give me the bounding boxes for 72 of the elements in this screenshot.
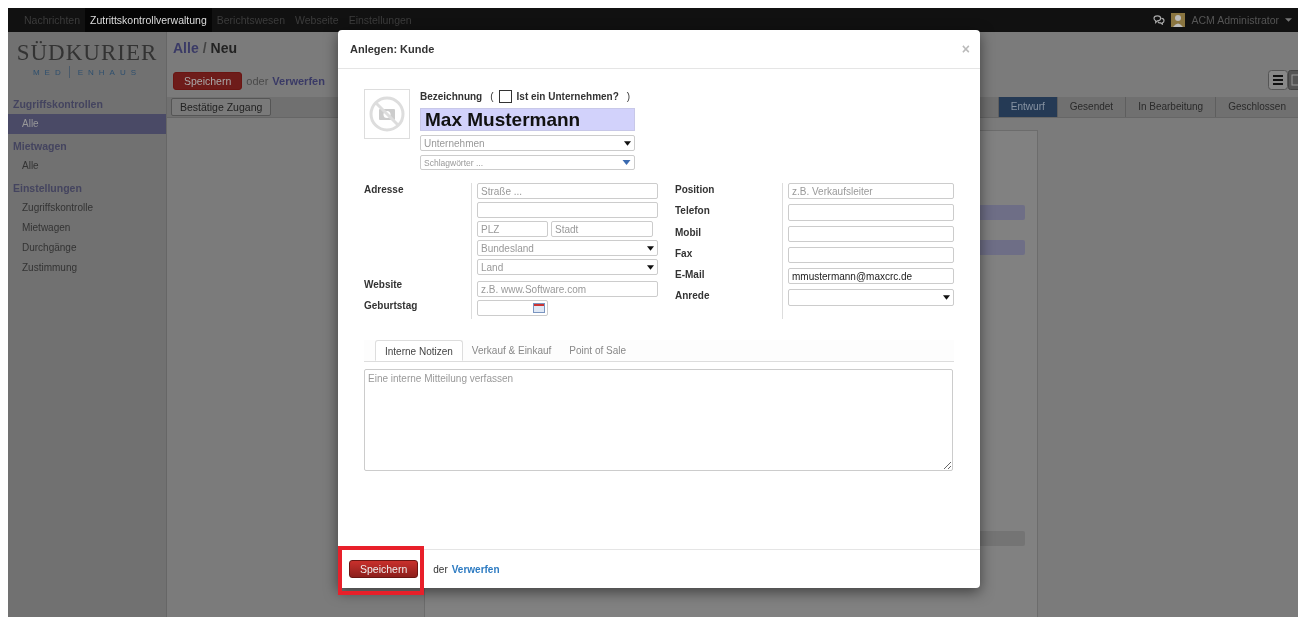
name-field[interactable]: Max Mustermann <box>420 108 635 131</box>
text-field[interactable] <box>788 204 954 221</box>
text-field[interactable] <box>788 225 954 242</box>
no-photo-icon[interactable] <box>364 89 410 139</box>
company-select[interactable]: Unternehmen <box>420 135 635 151</box>
street-field[interactable] <box>477 202 658 218</box>
checkbox-label: Ist ein Unternehmen? <box>516 90 619 102</box>
caret-icon <box>622 160 631 165</box>
stage-step[interactable]: In Bearbeitung <box>1125 97 1216 117</box>
caret-icon <box>624 140 631 146</box>
field-label: Telefon <box>675 204 711 219</box>
caret-icon <box>1285 18 1292 22</box>
sidebar-item[interactable]: Alle <box>8 114 166 134</box>
discard-link[interactable]: Verwerfen <box>451 563 500 575</box>
street-field[interactable]: Straße ... <box>477 183 658 199</box>
breadcrumb-separator: / <box>202 40 207 56</box>
sidebar-item[interactable]: Zustimmung <box>8 258 166 278</box>
select-field[interactable] <box>788 289 954 306</box>
logo-subtext: MED <box>32 67 66 77</box>
stage-step[interactable]: Entwurf <box>997 97 1057 117</box>
close-button[interactable]: × <box>961 41 970 57</box>
sidebar-item[interactable]: Zugriffskontrolle <box>8 198 166 218</box>
avatar-icon <box>1171 13 1186 27</box>
logo-subtext: ENHAUS <box>77 67 142 77</box>
zip-field[interactable]: PLZ <box>477 221 548 237</box>
field-label: Adresse <box>364 184 404 195</box>
notes-field[interactable]: Eine interne Mitteilung verfassen <box>364 369 953 471</box>
stage-step[interactable]: Geschlossen <box>1215 97 1298 117</box>
confirm-access-button[interactable]: Bestätige Zugang <box>171 98 272 116</box>
top-menu-item[interactable]: Zutrittskontrollverwaltung <box>85 8 212 32</box>
field-label: Geburtstag <box>364 300 418 311</box>
breadcrumb-current: Neu <box>210 40 238 56</box>
field-label: Anrede <box>675 289 711 304</box>
website-field[interactable]: z.B. www.Software.com <box>477 281 658 297</box>
field-label: E-Mail <box>675 268 706 283</box>
state-select[interactable]: Bundesland <box>477 240 658 256</box>
field-label: Mobil <box>675 225 703 240</box>
sidebar-item[interactable]: Alle <box>8 156 166 176</box>
sidebar-item[interactable]: Mietwagen <box>8 218 166 238</box>
country-select[interactable]: Land <box>477 259 658 275</box>
or-text: der <box>433 563 448 575</box>
breadcrumb-link[interactable]: Alle <box>173 40 199 56</box>
field-label: Bezeichnung <box>420 90 483 102</box>
sidebar-item[interactable]: Durchgänge <box>8 238 166 258</box>
text-field[interactable]: z.B. Verkaufsleiter <box>788 183 954 200</box>
parenthesis: ( <box>490 90 494 102</box>
tab[interactable]: Interne Notizen <box>375 340 463 361</box>
field-label: Fax <box>675 246 694 261</box>
parenthesis: ) <box>626 90 631 102</box>
logo-text: SÜDKURIER <box>16 40 158 66</box>
save-button[interactable]: Speichern <box>173 72 243 90</box>
text-field[interactable]: mmustermann@maxcrc.de <box>788 268 954 285</box>
chat-icon[interactable] <box>1153 15 1166 25</box>
list-view-icon[interactable] <box>1268 70 1288 90</box>
caret-icon <box>943 295 950 301</box>
caret-icon <box>647 264 654 270</box>
user-menu[interactable]: ACM Administrator <box>1191 14 1279 26</box>
caret-icon <box>647 245 654 251</box>
discard-link[interactable]: Verwerfen <box>272 75 325 87</box>
company-checkbox[interactable] <box>498 89 512 103</box>
save-button[interactable]: Speichern <box>349 560 419 578</box>
birthday-field[interactable] <box>477 300 548 316</box>
tab[interactable]: Verkauf & Einkauf <box>462 340 561 361</box>
stage-step[interactable]: Gesendet <box>1056 97 1126 117</box>
field-label: Position <box>675 183 716 197</box>
dialog-title: Anlegen: Kunde <box>350 43 435 55</box>
field-label: Website <box>364 279 403 290</box>
calendar-icon[interactable] <box>533 303 545 313</box>
text-field[interactable] <box>788 246 954 264</box>
tab[interactable]: Point of Sale <box>560 340 636 361</box>
tags-field[interactable]: Schlagwörter ... <box>420 155 635 170</box>
city-field[interactable]: Stadt <box>551 221 653 237</box>
